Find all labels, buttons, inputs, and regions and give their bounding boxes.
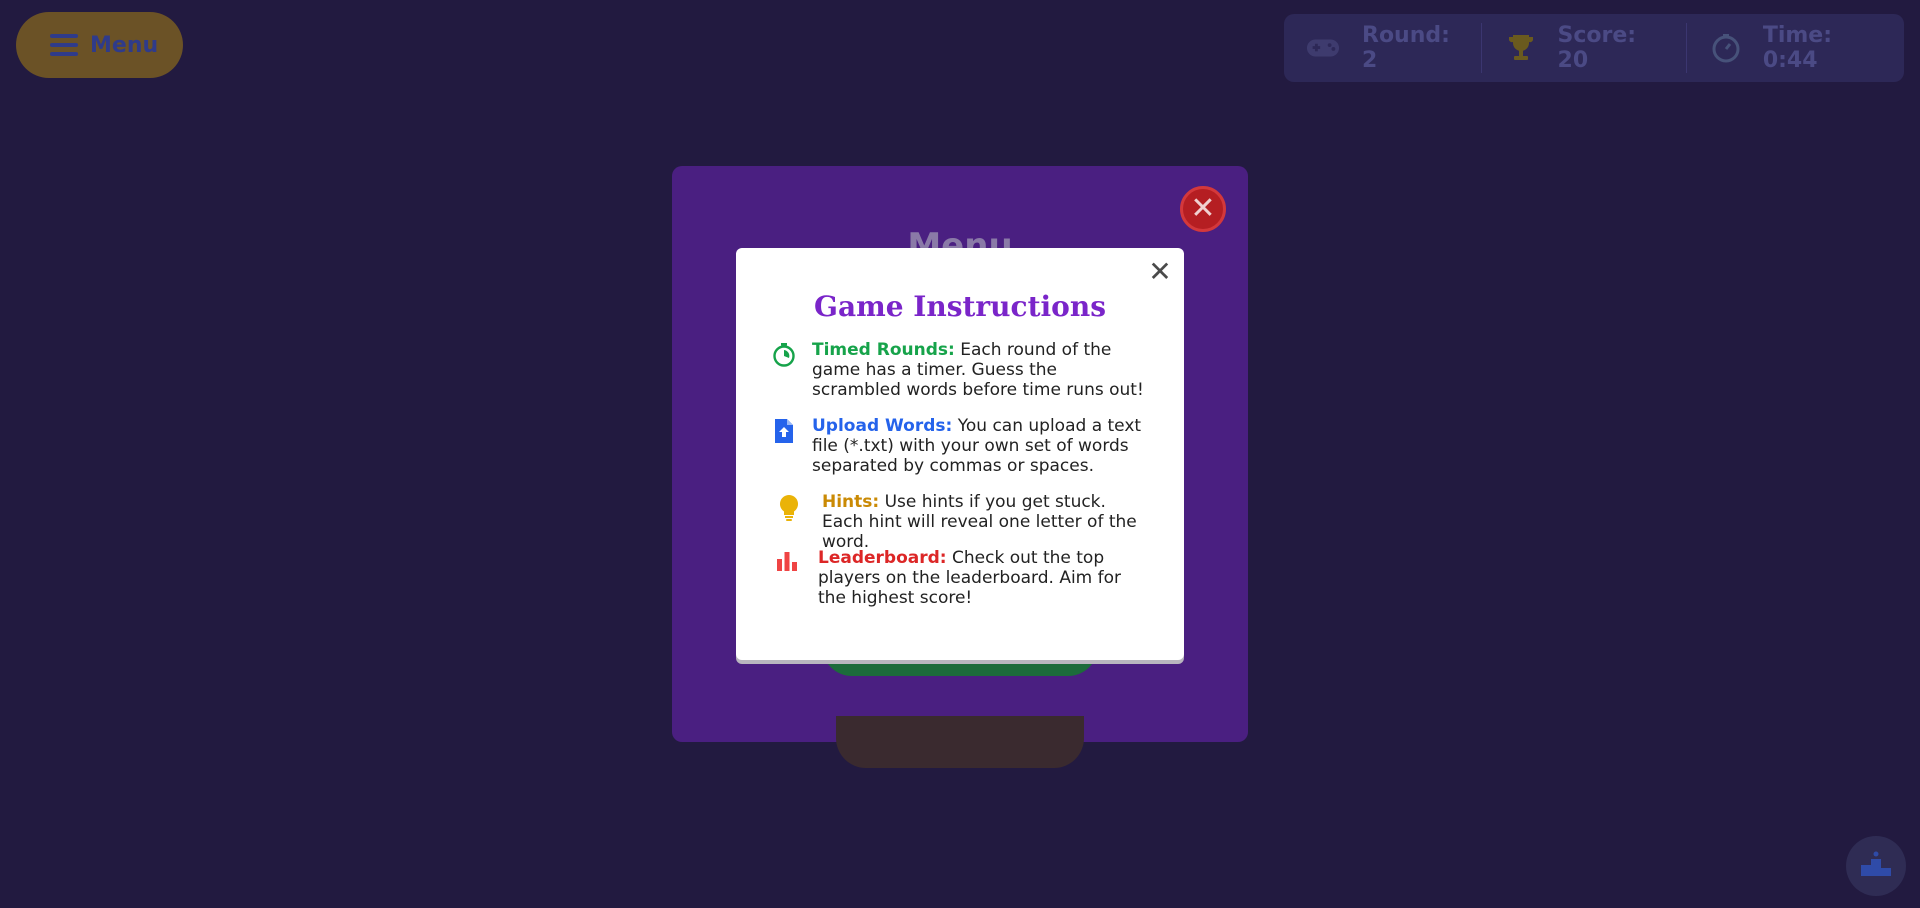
instructions-modal: ✕ Game Instructions Timed Rounds: Each r…	[736, 248, 1184, 660]
bar-chart-icon	[770, 548, 804, 608]
podium-icon	[1860, 851, 1892, 881]
instruction-label: Hints:	[822, 492, 880, 512]
instruction-hints: Hints: Use hints if you get stuck. Each …	[770, 492, 1150, 552]
round-value: Round: 2	[1362, 23, 1450, 73]
menu-close-button[interactable]: ✕	[1180, 186, 1226, 232]
menu-button-label: Menu	[90, 32, 159, 58]
hamburger-icon	[50, 34, 78, 56]
round-stat: Round: 2	[1306, 23, 1481, 73]
menu-secondary-button[interactable]	[836, 716, 1084, 768]
instruction-label: Leaderboard:	[818, 548, 947, 568]
modal-title: Game Instructions	[814, 290, 1106, 323]
instruction-text: Timed Rounds: Each round of the game has…	[812, 340, 1148, 400]
stats-bar: Round: 2 Score: 20 Time: 0:44	[1284, 14, 1904, 82]
instruction-label: Upload Words:	[812, 416, 953, 436]
close-icon: ✕	[1148, 255, 1172, 288]
lightbulb-icon	[770, 492, 808, 552]
instruction-timed-rounds: Timed Rounds: Each round of the game has…	[770, 340, 1148, 400]
instruction-label: Timed Rounds:	[812, 340, 955, 360]
instruction-text: Hints: Use hints if you get stuck. Each …	[822, 492, 1150, 552]
modal-close-button[interactable]: ✕	[1146, 258, 1174, 286]
instruction-text: Upload Words: You can upload a text file…	[812, 416, 1148, 476]
time-value: Time: 0:44	[1762, 23, 1833, 73]
gamepad-icon	[1306, 33, 1340, 63]
instruction-text: Leaderboard: Check out the top players o…	[818, 548, 1152, 608]
instruction-leaderboard: Leaderboard: Check out the top players o…	[770, 548, 1152, 608]
game-screen: Menu Round: 2 Score: 20 Time: 0:44 Menu …	[0, 0, 1920, 908]
score-value: Score: 20	[1557, 23, 1637, 73]
score-stat: Score: 20	[1480, 23, 1686, 73]
close-icon: ✕	[1190, 191, 1216, 226]
menu-button[interactable]: Menu	[16, 12, 183, 78]
stopwatch-icon	[1711, 33, 1741, 63]
instruction-upload-words: Upload Words: You can upload a text file…	[770, 416, 1148, 476]
file-upload-icon	[770, 416, 798, 476]
leaderboard-podium-button[interactable]	[1846, 836, 1906, 896]
stopwatch-icon	[770, 340, 798, 400]
trophy-icon	[1506, 33, 1536, 63]
time-stat: Time: 0:44	[1685, 23, 1904, 73]
